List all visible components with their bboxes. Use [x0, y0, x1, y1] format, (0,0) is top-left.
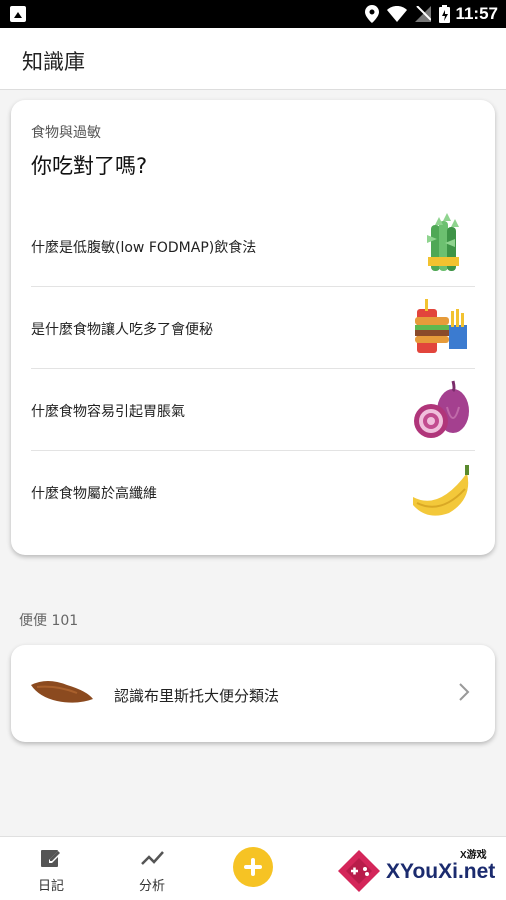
- nav-label: 分析: [138, 879, 165, 894]
- poop-icon: [31, 681, 93, 703]
- wifi-icon: [387, 6, 407, 22]
- status-icons: [365, 5, 450, 23]
- asparagus-icon: [427, 213, 459, 271]
- location-icon: [365, 5, 379, 23]
- bristol-stool-card[interactable]: 認識布里斯托大便分類法: [11, 645, 495, 742]
- article-row-high-fiber[interactable]: 什麼食物屬於高纖維: [31, 451, 475, 533]
- no-signal-icon: [415, 6, 431, 22]
- nav-diary[interactable]: 日記: [21, 847, 81, 897]
- chart-line-icon: [141, 851, 164, 865]
- page-title: 知識庫: [22, 50, 85, 74]
- food-allergy-card: 食物與過敏 你吃對了嗎? 什麼是低腹敏(low FODMAP)飲食法 是什麼食物…: [11, 100, 495, 555]
- card-heading: 你吃對了嗎?: [31, 154, 148, 178]
- article-row-low-fodmap[interactable]: 什麼是低腹敏(low FODMAP)飲食法: [31, 205, 475, 287]
- card-subtitle: 食物與過敏: [31, 125, 101, 141]
- gamepad-logo-icon: [338, 850, 380, 892]
- content-area: 食物與過敏 你吃對了嗎? 什麼是低腹敏(low FODMAP)飲食法 是什麼食物…: [0, 90, 506, 836]
- nav-analysis[interactable]: 分析: [122, 847, 182, 897]
- fast-food-icon: [415, 299, 467, 353]
- app-bar: 知識庫: [0, 28, 506, 90]
- nav-label: 日記: [37, 879, 64, 894]
- watermark-small-text: X游戏: [460, 850, 487, 861]
- article-label: 什麼食物屬於高纖維: [31, 486, 157, 502]
- clock: 11:57: [455, 4, 498, 23]
- battery-icon: [439, 5, 450, 23]
- article-row-constipation[interactable]: 是什麼食物讓人吃多了會便秘: [31, 287, 475, 369]
- bristol-stool-label: 認識布里斯托大便分類法: [114, 687, 280, 705]
- article-label: 什麼食物容易引起胃脹氣: [31, 404, 185, 420]
- chevron-right-icon: [459, 683, 470, 701]
- article-row-bloating[interactable]: 什麼食物容易引起胃脹氣: [31, 369, 475, 451]
- section-label-poop-101: 便便 101: [19, 613, 79, 629]
- article-label: 是什麼食物讓人吃多了會便秘: [31, 322, 213, 338]
- article-label: 什麼是低腹敏(low FODMAP)飲食法: [31, 240, 257, 256]
- red-onion-icon: [414, 380, 469, 438]
- image-notification-icon: [10, 6, 26, 22]
- status-bar: 11:57: [0, 0, 506, 28]
- watermark-main-text: XYouXi.net: [386, 860, 496, 883]
- watermark: X游戏 XYouXi.net: [336, 844, 504, 898]
- banana-icon: [413, 465, 469, 516]
- edit-icon: [41, 850, 61, 867]
- add-entry-button[interactable]: [233, 847, 273, 887]
